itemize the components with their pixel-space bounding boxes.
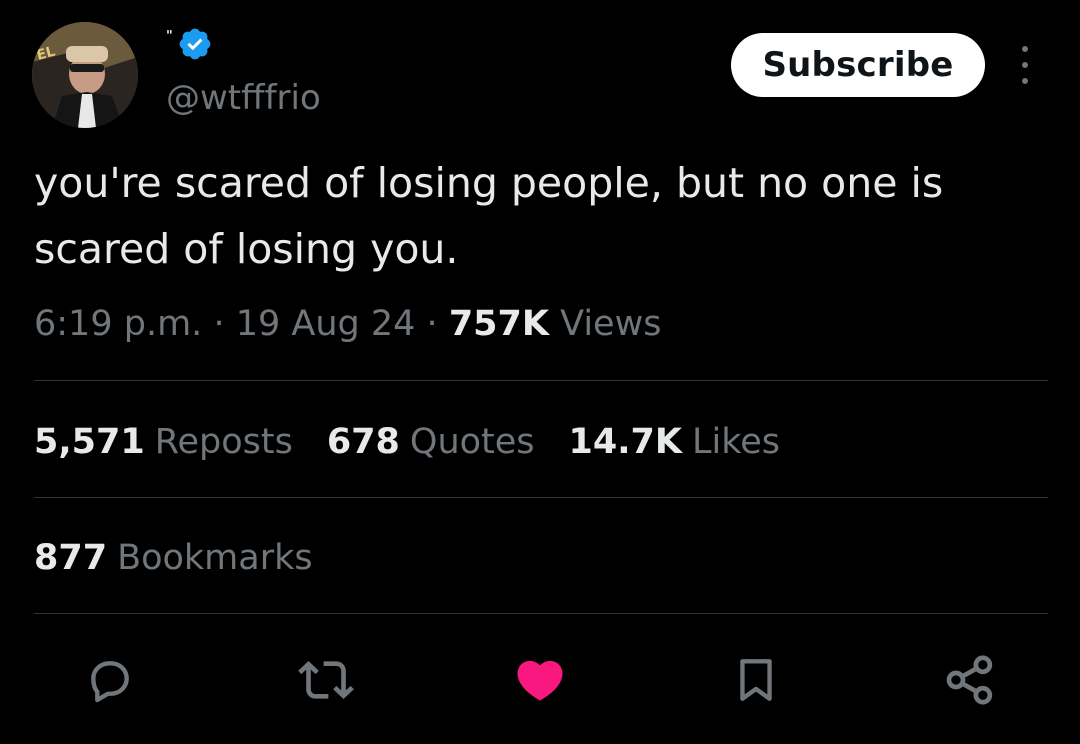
- views-label: Views: [560, 304, 662, 344]
- more-dot: [1022, 46, 1028, 52]
- repost-button[interactable]: [298, 652, 354, 708]
- avatar[interactable]: EL: [32, 22, 138, 128]
- reposts-count: 5,571: [34, 422, 145, 462]
- author-display-name[interactable]: ": [166, 30, 173, 43]
- more-dot: [1022, 78, 1028, 84]
- more-options-icon[interactable]: [1010, 42, 1040, 88]
- tweet-text: you're scared of losing people, but no o…: [34, 159, 944, 273]
- divider: [34, 613, 1048, 614]
- bookmarks-stat[interactable]: 877 Bookmarks: [34, 534, 313, 582]
- tweet-date[interactable]: 19 Aug 24: [236, 304, 416, 344]
- likes-count: 14.7K: [568, 422, 683, 462]
- divider: [34, 497, 1048, 498]
- like-button[interactable]: [512, 652, 568, 708]
- reply-button[interactable]: [82, 652, 138, 708]
- share-button[interactable]: [942, 652, 998, 708]
- meta-separator: ·: [426, 304, 438, 344]
- author-name-row: ": [166, 26, 213, 62]
- bookmark-button[interactable]: [728, 652, 784, 708]
- views-count: 757K: [448, 304, 549, 344]
- bookmarks-count: 877: [34, 538, 108, 578]
- meta-separator: ·: [213, 304, 225, 344]
- quotes-count: 678: [326, 422, 400, 462]
- avatar-image: EL: [32, 22, 138, 128]
- tweet-time[interactable]: 6:19 p.m.: [34, 304, 202, 344]
- tweet-meta: 6:19 p.m. · 19 Aug 24 · 757K Views: [34, 300, 661, 348]
- reply-icon: [91, 661, 129, 703]
- likes-label: Likes: [692, 422, 781, 462]
- bookmark-icon: [740, 659, 772, 701]
- reposts-stat[interactable]: 5,571 Reposts: [34, 422, 293, 462]
- quotes-label: Quotes: [409, 422, 535, 462]
- share-icon: [946, 655, 993, 705]
- engagement-stats: 5,571 Reposts 678 Quotes 14.7K Likes: [34, 418, 814, 466]
- repost-icon: [298, 661, 354, 699]
- reposts-label: Reposts: [154, 422, 293, 462]
- subscribe-button[interactable]: Subscribe: [731, 33, 985, 97]
- likes-stat[interactable]: 14.7K Likes: [569, 422, 781, 462]
- more-dot: [1022, 62, 1028, 68]
- author-handle[interactable]: @wtfffrio: [166, 76, 321, 120]
- like-icon: [517, 660, 563, 701]
- quotes-stat[interactable]: 678 Quotes: [327, 422, 535, 462]
- verified-badge-icon[interactable]: [177, 26, 213, 62]
- divider: [34, 380, 1048, 381]
- bookmarks-label: Bookmarks: [117, 538, 313, 578]
